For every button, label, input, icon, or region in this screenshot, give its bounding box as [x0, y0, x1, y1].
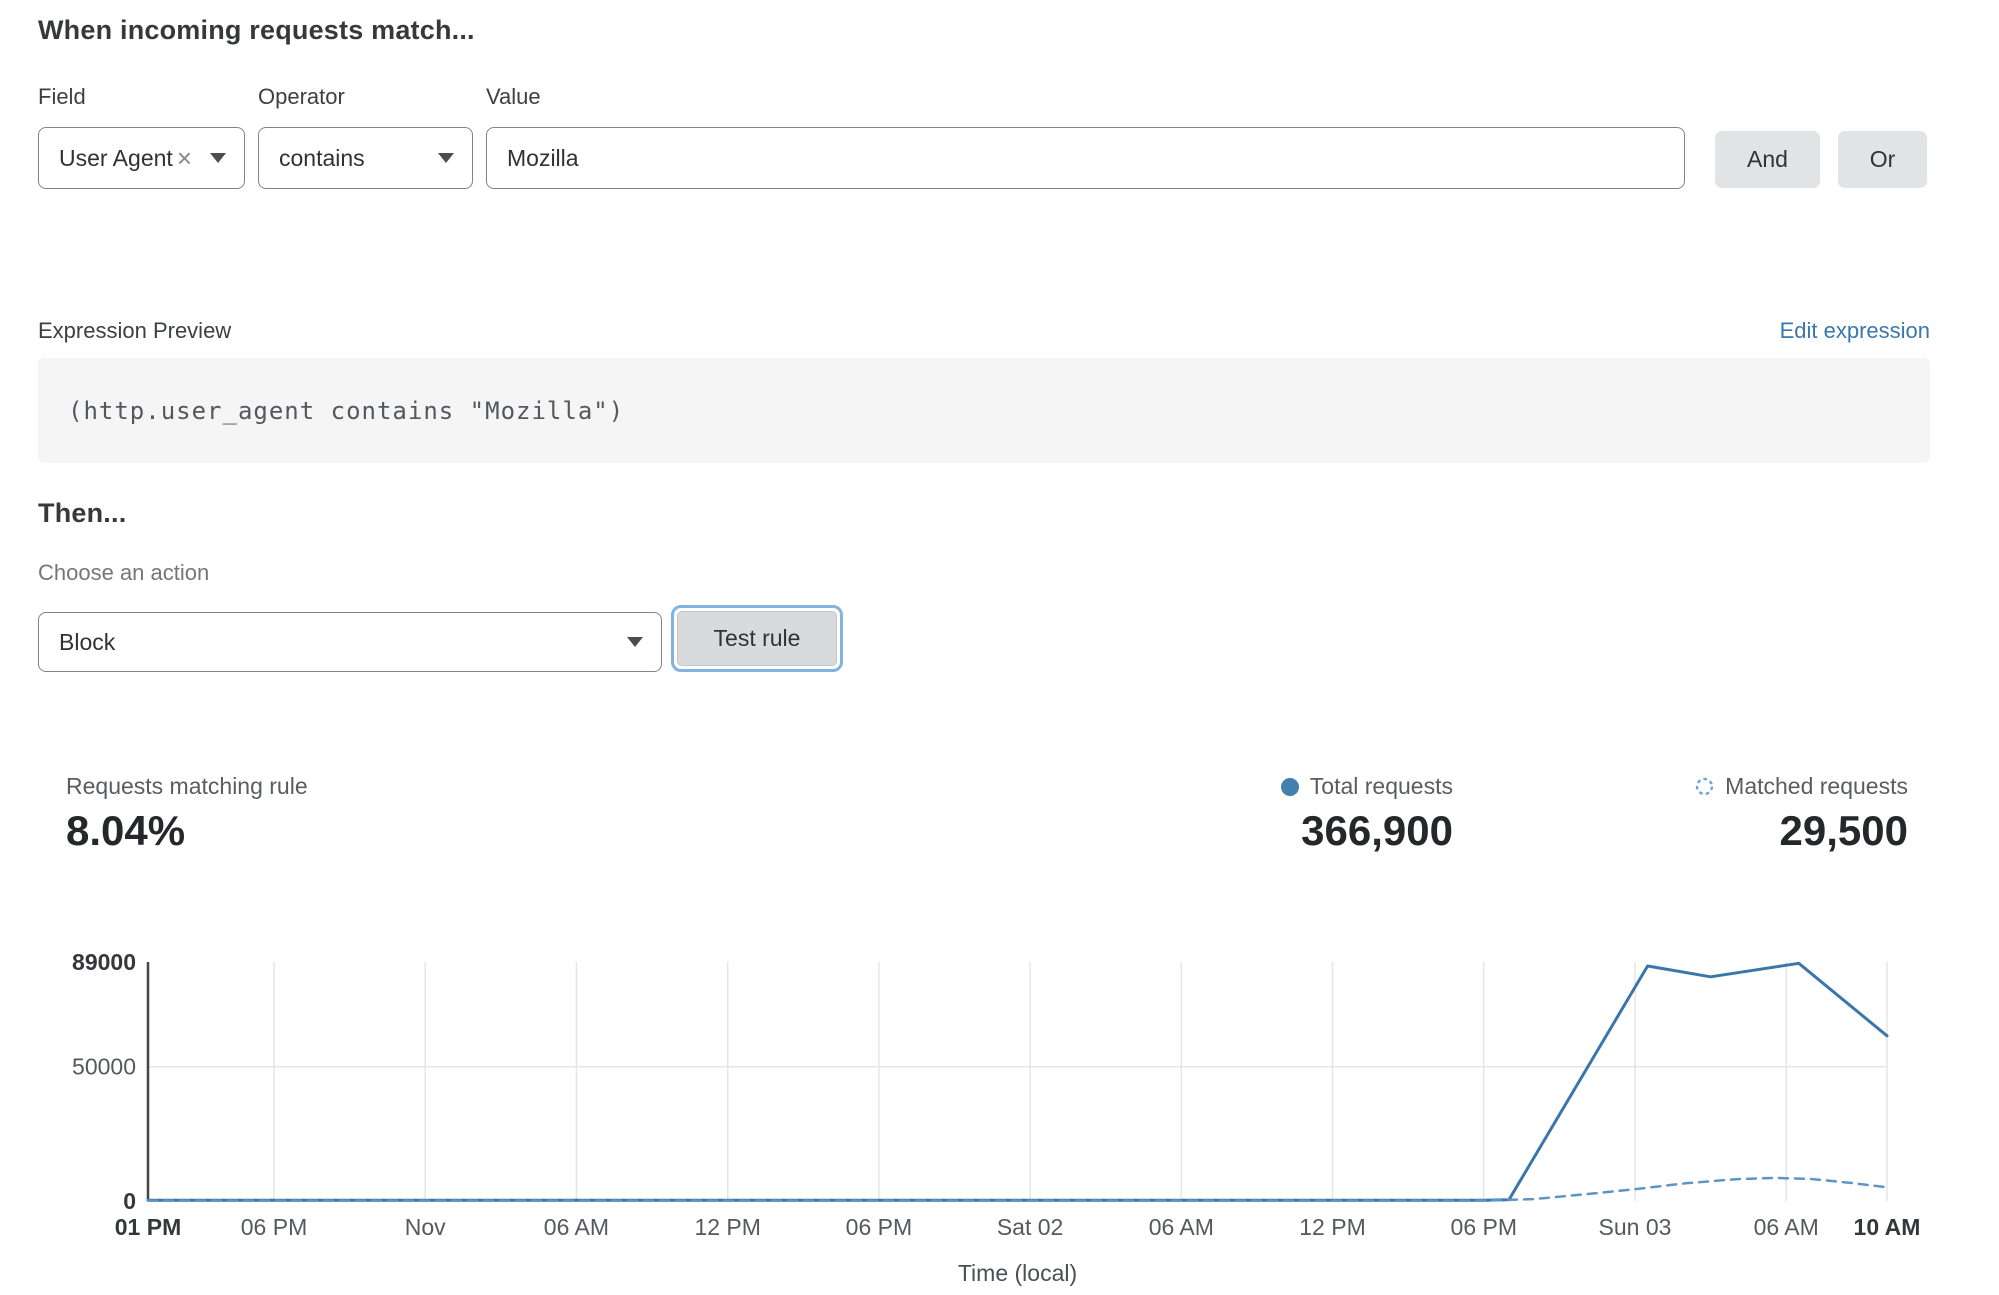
field-select-value: User Agent — [59, 145, 177, 172]
expression-code: (http.user_agent contains "Mozilla") — [68, 397, 624, 425]
or-button[interactable]: Or — [1838, 131, 1927, 188]
svg-text:12 PM: 12 PM — [1299, 1214, 1365, 1240]
svg-text:10 AM: 10 AM — [1854, 1214, 1921, 1240]
chevron-down-icon — [438, 153, 454, 163]
clear-icon[interactable]: × — [177, 145, 192, 171]
field-select[interactable]: User Agent × — [38, 127, 245, 189]
test-rule-focus-ring: Test rule — [671, 605, 843, 672]
operator-select[interactable]: contains — [258, 127, 473, 189]
firewall-rule-editor: When incoming requests match... Field Op… — [0, 0, 1999, 1295]
svg-text:89000: 89000 — [72, 949, 136, 975]
svg-text:06 PM: 06 PM — [241, 1214, 307, 1240]
total-requests-dot-icon — [1281, 778, 1299, 796]
matched-requests-label: Matched requests — [1725, 773, 1908, 800]
total-requests-stat: Total requests 366,900 — [1281, 773, 1453, 855]
then-heading: Then... — [38, 498, 126, 529]
expression-preview-box: (http.user_agent contains "Mozilla") — [38, 358, 1930, 463]
value-label: Value — [486, 84, 541, 110]
requests-matching-label: Requests matching rule — [66, 773, 308, 800]
test-rule-button[interactable]: Test rule — [677, 611, 837, 666]
svg-text:Time (local): Time (local) — [958, 1260, 1077, 1286]
value-input[interactable] — [486, 127, 1685, 189]
svg-text:06 AM: 06 AM — [1754, 1214, 1819, 1240]
svg-text:0: 0 — [123, 1188, 136, 1214]
page-title: When incoming requests match... — [38, 15, 475, 46]
matched-requests-stat: Matched requests 29,500 — [1695, 773, 1908, 855]
svg-text:50000: 50000 — [72, 1054, 136, 1080]
edit-expression-link[interactable]: Edit expression — [1780, 318, 1930, 344]
matched-requests-value: 29,500 — [1695, 807, 1908, 855]
svg-text:Sat 02: Sat 02 — [997, 1214, 1064, 1240]
requests-matching-value: 8.04% — [66, 807, 308, 855]
svg-text:06 AM: 06 AM — [544, 1214, 609, 1240]
svg-text:06 PM: 06 PM — [1451, 1214, 1517, 1240]
choose-action-label: Choose an action — [38, 560, 209, 586]
matched-requests-dashed-circle-icon — [1695, 777, 1714, 796]
requests-matching-stat: Requests matching rule 8.04% — [66, 773, 308, 855]
svg-text:12 PM: 12 PM — [694, 1214, 760, 1240]
total-requests-label: Total requests — [1310, 773, 1453, 800]
action-select[interactable]: Block — [38, 612, 662, 672]
svg-text:06 PM: 06 PM — [846, 1214, 912, 1240]
svg-text:06 AM: 06 AM — [1149, 1214, 1214, 1240]
svg-text:Sun 03: Sun 03 — [1599, 1214, 1672, 1240]
action-select-value: Block — [59, 629, 627, 656]
chevron-down-icon — [210, 153, 226, 163]
field-label: Field — [38, 84, 86, 110]
svg-text:01 PM: 01 PM — [115, 1214, 181, 1240]
operator-select-value: contains — [279, 145, 438, 172]
operator-label: Operator — [258, 84, 345, 110]
chevron-down-icon — [627, 637, 643, 647]
svg-text:Nov: Nov — [405, 1214, 446, 1240]
expression-preview-label: Expression Preview — [38, 318, 231, 344]
requests-line-chart: 0 50000 89000 01 PM 06 PM Nov 06 AM 12 PM 06 PM S… — [38, 945, 1960, 1295]
and-button[interactable]: And — [1715, 131, 1820, 188]
total-requests-value: 366,900 — [1281, 807, 1453, 855]
